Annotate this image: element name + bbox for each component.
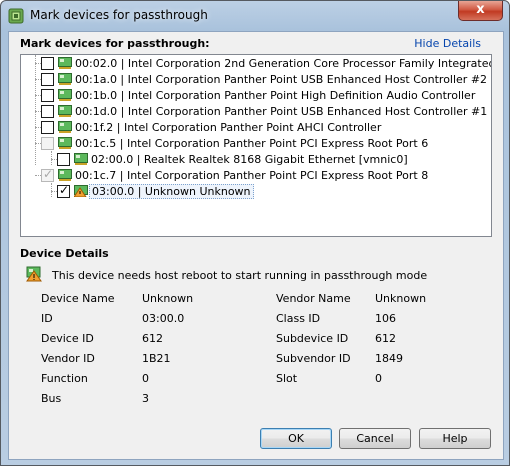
reboot-warning-icon: [26, 266, 42, 282]
passthrough-checkbox[interactable]: [41, 73, 54, 86]
device-label: 00:1d.0 | Intel Corporation Panther Poin…: [75, 105, 488, 118]
device-label: 03:00.0 | Unknown Unknown: [89, 184, 254, 199]
detail-label-vendor-name: Vendor Name: [276, 292, 351, 305]
device-details-title: Device Details: [20, 247, 109, 260]
detail-value-bus: 3: [142, 392, 149, 405]
hide-details-link[interactable]: Hide Details: [414, 37, 481, 50]
passthrough-checkbox[interactable]: [41, 57, 54, 70]
reboot-message: This device needs host reboot to start r…: [52, 269, 428, 282]
passthrough-checkbox[interactable]: [57, 153, 70, 166]
close-button[interactable]: x: [458, 1, 503, 21]
device-label: 00:1b.0 | Intel Corporation Panther Poin…: [75, 89, 476, 102]
detail-label-subdevice-id: Subdevice ID: [276, 332, 349, 345]
detail-value-vendor-id: 1B21: [142, 352, 171, 365]
device-label: 00:1a.0 | Intel Corporation Panther Poin…: [75, 73, 488, 86]
passthrough-checkbox[interactable]: ✓: [57, 183, 70, 198]
detail-value-device-name: Unknown: [142, 292, 194, 305]
pci-card-icon: [58, 105, 72, 117]
pci-card-icon: [58, 169, 72, 181]
tree-connector: [51, 151, 52, 165]
dialog-body: Mark devices for passthrough: Hide Detai…: [8, 31, 504, 460]
detail-label-device-name: Device Name: [41, 292, 115, 305]
cancel-button[interactable]: Cancel: [339, 428, 411, 449]
detail-value-id: 03:00.0: [142, 312, 185, 325]
help-button[interactable]: Help: [419, 428, 491, 449]
ok-button[interactable]: OK: [260, 428, 332, 449]
tree-connector: [35, 55, 36, 165]
pci-card-icon: [58, 73, 72, 85]
pci-card-icon: [58, 137, 72, 149]
passthrough-checkbox[interactable]: [41, 121, 54, 134]
detail-value-slot: 0: [375, 372, 382, 385]
device-tree[interactable]: 00:02.0 | Intel Corporation 2nd Generati…: [20, 54, 492, 237]
checkmark-icon: ✓: [59, 183, 70, 197]
detail-value-function: 0: [142, 372, 149, 385]
device-label: 00:1c.7 | Intel Corporation Panther Poin…: [75, 169, 429, 182]
passthrough-checkbox[interactable]: [41, 137, 54, 150]
device-label: 02:00.0 | Realtek Realtek 8168 Gigabit E…: [91, 153, 408, 166]
detail-value-vendor-name: Unknown: [375, 292, 427, 305]
pci-card-icon: [74, 153, 88, 165]
detail-label-class-id: Class ID: [276, 312, 321, 325]
device-label: 00:1f.2 | Intel Corporation Panther Poin…: [75, 121, 382, 134]
pci-card-icon: [58, 121, 72, 133]
section-header: Mark devices for passthrough:: [20, 37, 210, 50]
device-label: 00:1c.5 | Intel Corporation Panther Poin…: [75, 137, 429, 150]
dialog-window: Mark devices for passthrough x Mark devi…: [0, 0, 510, 466]
passthrough-checkbox[interactable]: [41, 89, 54, 102]
detail-label-bus: Bus: [41, 392, 62, 405]
passthrough-checkbox[interactable]: ✓: [41, 167, 54, 182]
checkmark-icon: ✓: [43, 167, 54, 181]
detail-label-function: Function: [41, 372, 88, 385]
detail-value-device-id: 612: [142, 332, 163, 345]
title-bar[interactable]: Mark devices for passthrough x: [1, 1, 509, 31]
detail-label-device-id: Device ID: [41, 332, 94, 345]
vsphere-logo-icon: [8, 8, 24, 24]
detail-value-subdevice-id: 612: [375, 332, 396, 345]
pci-card-icon: [58, 89, 72, 101]
detail-label-id: ID: [41, 312, 53, 325]
device-label: 00:02.0 | Intel Corporation 2nd Generati…: [75, 57, 492, 70]
detail-label-slot: Slot: [276, 372, 298, 385]
reboot-warning-icon: [74, 185, 88, 197]
detail-value-subvendor-id: 1849: [375, 352, 403, 365]
detail-label-subvendor-id: Subvendor ID: [276, 352, 351, 365]
passthrough-checkbox[interactable]: [41, 105, 54, 118]
pci-card-icon: [58, 57, 72, 69]
detail-label-vendor-id: Vendor ID: [41, 352, 95, 365]
detail-value-class-id: 106: [375, 312, 396, 325]
tree-connector: [51, 183, 52, 197]
window-title: Mark devices for passthrough: [30, 8, 208, 22]
